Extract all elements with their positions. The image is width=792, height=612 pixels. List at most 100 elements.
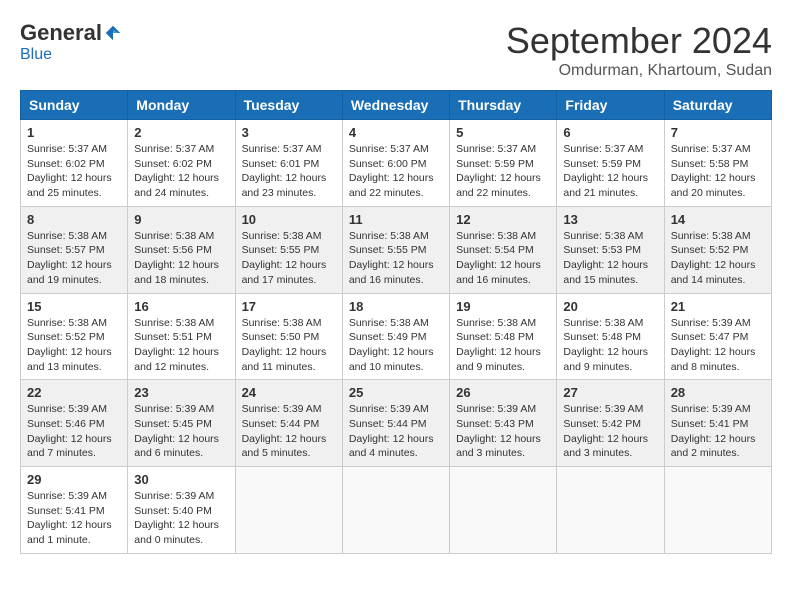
calendar-cell: 22 Sunrise: 5:39 AMSunset: 5:46 PMDayligh…: [21, 380, 128, 467]
calendar-cell: 24 Sunrise: 5:39 AMSunset: 5:44 PMDayligh…: [235, 380, 342, 467]
calendar-cell: 10 Sunrise: 5:38 AMSunset: 5:55 PMDayligh…: [235, 206, 342, 293]
calendar-cell: 9Sunrise: 5:38 AMSunset: 5:56 PMDaylight…: [128, 206, 235, 293]
day-number: 17: [242, 299, 336, 314]
page-header: General Blue September 2024 Omdurman, Kh…: [20, 20, 772, 80]
title-block: September 2024 Omdurman, Khartoum, Sudan: [506, 20, 772, 80]
logo-blue: Blue: [20, 46, 52, 63]
calendar-cell: 1Sunrise: 5:37 AMSunset: 6:02 PMDaylight…: [21, 120, 128, 207]
day-number: 22: [27, 385, 121, 400]
calendar-cell: 23Sunrise: 5:39 AMSunset: 5:45 PMDayligh…: [128, 380, 235, 467]
day-info: Sunrise: 5:39 AMSunset: 5:44 PMDaylight:…: [242, 402, 336, 461]
day-info: Sunrise: 5:38 AMSunset: 5:57 PMDaylight:…: [27, 229, 121, 288]
day-number: 11: [349, 212, 443, 227]
day-info: Sunrise: 5:38 AMSunset: 5:54 PMDaylight:…: [456, 229, 550, 288]
day-number: 18: [349, 299, 443, 314]
day-info: Sunrise: 5:38 AMSunset: 5:55 PMDaylight:…: [242, 229, 336, 288]
calendar-cell: 2 Sunrise: 5:37 AMSunset: 6:02 PMDaylight…: [128, 120, 235, 207]
calendar-week-1: 1Sunrise: 5:37 AMSunset: 6:02 PMDaylight…: [21, 120, 772, 207]
day-number: 15: [27, 299, 121, 314]
day-number: 6: [563, 125, 657, 140]
day-number: 10: [242, 212, 336, 227]
weekday-header-monday: Monday: [128, 91, 235, 120]
day-number: 25: [349, 385, 443, 400]
calendar-cell: 25 Sunrise: 5:39 AMSunset: 5:44 PMDayligh…: [342, 380, 449, 467]
month-title: September 2024: [506, 20, 772, 62]
day-info: Sunrise: 5:39 AMSunset: 5:47 PMDaylight:…: [671, 316, 765, 375]
logo-general: General: [20, 20, 102, 46]
calendar-cell: [450, 467, 557, 554]
day-number: 3: [242, 125, 336, 140]
day-number: 14: [671, 212, 765, 227]
calendar-cell: 20 Sunrise: 5:38 AMSunset: 5:48 PMDayligh…: [557, 293, 664, 380]
calendar-week-3: 15 Sunrise: 5:38 AMSunset: 5:52 PMDayligh…: [21, 293, 772, 380]
day-info: Sunrise: 5:38 AMSunset: 5:48 PMDaylight:…: [563, 316, 657, 375]
weekday-header-tuesday: Tuesday: [235, 91, 342, 120]
day-number: 8: [27, 212, 121, 227]
day-info: Sunrise: 5:39 AMSunset: 5:40 PMDaylight:…: [134, 489, 228, 548]
calendar-week-2: 8 Sunrise: 5:38 AMSunset: 5:57 PMDaylight…: [21, 206, 772, 293]
calendar-week-4: 22 Sunrise: 5:39 AMSunset: 5:46 PMDayligh…: [21, 380, 772, 467]
day-number: 21: [671, 299, 765, 314]
day-info: Sunrise: 5:38 AMSunset: 5:52 PMDaylight:…: [671, 229, 765, 288]
day-info: Sunrise: 5:39 AMSunset: 5:46 PMDaylight:…: [27, 402, 121, 461]
calendar-week-5: 29Sunrise: 5:39 AMSunset: 5:41 PMDayligh…: [21, 467, 772, 554]
calendar-cell: 17Sunrise: 5:38 AMSunset: 5:50 PMDayligh…: [235, 293, 342, 380]
day-number: 2: [134, 125, 228, 140]
day-number: 27: [563, 385, 657, 400]
calendar-cell: 29Sunrise: 5:39 AMSunset: 5:41 PMDayligh…: [21, 467, 128, 554]
day-info: Sunrise: 5:39 AMSunset: 5:41 PMDaylight:…: [671, 402, 765, 461]
day-info: Sunrise: 5:37 AMSunset: 5:59 PMDaylight:…: [563, 142, 657, 201]
day-number: 5: [456, 125, 550, 140]
day-info: Sunrise: 5:37 AMSunset: 6:01 PMDaylight:…: [242, 142, 336, 201]
day-number: 28: [671, 385, 765, 400]
calendar-cell: 27 Sunrise: 5:39 AMSunset: 5:42 PMDayligh…: [557, 380, 664, 467]
day-info: Sunrise: 5:37 AMSunset: 6:02 PMDaylight:…: [134, 142, 228, 201]
day-info: Sunrise: 5:39 AMSunset: 5:42 PMDaylight:…: [563, 402, 657, 461]
day-info: Sunrise: 5:39 AMSunset: 5:44 PMDaylight:…: [349, 402, 443, 461]
calendar-cell: [664, 467, 771, 554]
day-number: 30: [134, 472, 228, 487]
calendar-cell: 30 Sunrise: 5:39 AMSunset: 5:40 PMDayligh…: [128, 467, 235, 554]
weekday-header-saturday: Saturday: [664, 91, 771, 120]
calendar-cell: 15 Sunrise: 5:38 AMSunset: 5:52 PMDayligh…: [21, 293, 128, 380]
calendar-table: SundayMondayTuesdayWednesdayThursdayFrid…: [20, 90, 772, 554]
day-number: 29: [27, 472, 121, 487]
calendar-header-row: SundayMondayTuesdayWednesdayThursdayFrid…: [21, 91, 772, 120]
calendar-cell: 11 Sunrise: 5:38 AMSunset: 5:55 PMDayligh…: [342, 206, 449, 293]
day-info: Sunrise: 5:38 AMSunset: 5:55 PMDaylight:…: [349, 229, 443, 288]
calendar-cell: 21 Sunrise: 5:39 AMSunset: 5:47 PMDayligh…: [664, 293, 771, 380]
calendar-cell: [342, 467, 449, 554]
day-number: 24: [242, 385, 336, 400]
day-number: 16: [134, 299, 228, 314]
day-info: Sunrise: 5:38 AMSunset: 5:53 PMDaylight:…: [563, 229, 657, 288]
day-number: 12: [456, 212, 550, 227]
location-subtitle: Omdurman, Khartoum, Sudan: [506, 62, 772, 80]
calendar-cell: 18Sunrise: 5:38 AMSunset: 5:49 PMDayligh…: [342, 293, 449, 380]
calendar-cell: 19 Sunrise: 5:38 AMSunset: 5:48 PMDayligh…: [450, 293, 557, 380]
day-number: 20: [563, 299, 657, 314]
day-info: Sunrise: 5:39 AMSunset: 5:43 PMDaylight:…: [456, 402, 550, 461]
calendar-cell: 4Sunrise: 5:37 AMSunset: 6:00 PMDaylight…: [342, 120, 449, 207]
day-info: Sunrise: 5:37 AMSunset: 5:59 PMDaylight:…: [456, 142, 550, 201]
logo-icon: [104, 24, 122, 42]
calendar-cell: 14 Sunrise: 5:38 AMSunset: 5:52 PMDayligh…: [664, 206, 771, 293]
calendar-cell: 3 Sunrise: 5:37 AMSunset: 6:01 PMDaylight…: [235, 120, 342, 207]
day-info: Sunrise: 5:37 AMSunset: 5:58 PMDaylight:…: [671, 142, 765, 201]
day-info: Sunrise: 5:38 AMSunset: 5:48 PMDaylight:…: [456, 316, 550, 375]
weekday-header-sunday: Sunday: [21, 91, 128, 120]
calendar-cell: 5 Sunrise: 5:37 AMSunset: 5:59 PMDaylight…: [450, 120, 557, 207]
calendar-cell: 12 Sunrise: 5:38 AMSunset: 5:54 PMDayligh…: [450, 206, 557, 293]
logo: General Blue: [20, 20, 122, 64]
weekday-header-friday: Friday: [557, 91, 664, 120]
day-info: Sunrise: 5:37 AMSunset: 6:02 PMDaylight:…: [27, 142, 121, 201]
weekday-header-thursday: Thursday: [450, 91, 557, 120]
calendar-cell: 28 Sunrise: 5:39 AMSunset: 5:41 PMDayligh…: [664, 380, 771, 467]
day-number: 19: [456, 299, 550, 314]
day-number: 7: [671, 125, 765, 140]
day-info: Sunrise: 5:38 AMSunset: 5:52 PMDaylight:…: [27, 316, 121, 375]
calendar-cell: 8 Sunrise: 5:38 AMSunset: 5:57 PMDaylight…: [21, 206, 128, 293]
day-number: 13: [563, 212, 657, 227]
calendar-cell: 6 Sunrise: 5:37 AMSunset: 5:59 PMDaylight…: [557, 120, 664, 207]
day-number: 26: [456, 385, 550, 400]
day-number: 9: [134, 212, 228, 227]
